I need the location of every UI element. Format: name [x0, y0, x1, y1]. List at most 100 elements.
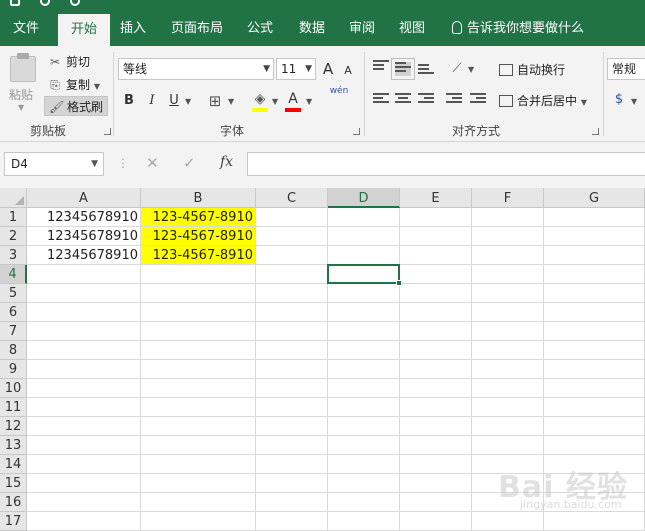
- row-header-6[interactable]: 6: [0, 303, 27, 322]
- cell-a4[interactable]: [27, 265, 141, 284]
- row-header-10[interactable]: 10: [0, 379, 27, 398]
- cell-e14[interactable]: [400, 455, 472, 474]
- cell-b4[interactable]: [141, 265, 256, 284]
- grow-font-button[interactable]: A: [321, 59, 335, 79]
- row-header-14[interactable]: 14: [0, 455, 27, 474]
- cell-a10[interactable]: [27, 379, 141, 398]
- format-painter-button[interactable]: 🖌 格式刷: [44, 96, 109, 116]
- row-header-16[interactable]: 16: [0, 493, 27, 512]
- cell-d3[interactable]: [328, 246, 400, 265]
- cell-d8[interactable]: [328, 341, 400, 360]
- cell-c12[interactable]: [256, 417, 328, 436]
- cell-a2[interactable]: 12345678910: [27, 227, 141, 246]
- cell-e9[interactable]: [400, 360, 472, 379]
- cell-c9[interactable]: [256, 360, 328, 379]
- column-header-d[interactable]: D: [328, 188, 400, 208]
- cell-c6[interactable]: [256, 303, 328, 322]
- select-all-button[interactable]: [0, 188, 27, 208]
- cell-b17[interactable]: [141, 512, 256, 531]
- cell-f17[interactable]: [472, 512, 544, 531]
- cell-b9[interactable]: [141, 360, 256, 379]
- cell-a14[interactable]: [27, 455, 141, 474]
- cell-d1[interactable]: [328, 208, 400, 227]
- cell-b8[interactable]: [141, 341, 256, 360]
- borders-icon[interactable]: ⊞: [206, 91, 224, 111]
- formula-bar-grip-icon[interactable]: ⋮: [117, 156, 129, 170]
- tell-me-search[interactable]: 告诉我你想要做什么: [452, 8, 584, 46]
- cell-f10[interactable]: [472, 379, 544, 398]
- font-launcher-icon[interactable]: [353, 128, 360, 135]
- cell-c11[interactable]: [256, 398, 328, 417]
- cell-a7[interactable]: [27, 322, 141, 341]
- cell-c2[interactable]: [256, 227, 328, 246]
- cell-d16[interactable]: [328, 493, 400, 512]
- column-header-a[interactable]: A: [27, 188, 141, 208]
- tab-formulas[interactable]: 公式: [238, 8, 282, 46]
- font-color-button[interactable]: A: [286, 89, 300, 109]
- cell-g2[interactable]: [544, 227, 645, 246]
- row-header-15[interactable]: 15: [0, 474, 27, 493]
- cell-g9[interactable]: [544, 360, 645, 379]
- clipboard-launcher-icon[interactable]: [104, 128, 111, 135]
- cell-c8[interactable]: [256, 341, 328, 360]
- cell-f2[interactable]: [472, 227, 544, 246]
- cell-e1[interactable]: [400, 208, 472, 227]
- cell-e11[interactable]: [400, 398, 472, 417]
- cell-a1[interactable]: 12345678910: [27, 208, 141, 227]
- cell-g5[interactable]: [544, 284, 645, 303]
- tab-file[interactable]: 文件: [0, 8, 52, 46]
- cell-g6[interactable]: [544, 303, 645, 322]
- cell-e17[interactable]: [400, 512, 472, 531]
- cell-b7[interactable]: [141, 322, 256, 341]
- cell-a15[interactable]: [27, 474, 141, 493]
- paste-icon[interactable]: [10, 53, 36, 82]
- cell-c15[interactable]: [256, 474, 328, 493]
- orientation-dropdown-icon[interactable]: ▼: [468, 65, 474, 74]
- cell-d5[interactable]: [328, 284, 400, 303]
- italic-button[interactable]: I: [145, 91, 159, 111]
- cell-d2[interactable]: [328, 227, 400, 246]
- cell-f1[interactable]: [472, 208, 544, 227]
- row-header-3[interactable]: 3: [0, 246, 27, 265]
- align-bottom-icon[interactable]: [418, 64, 434, 78]
- cell-d4[interactable]: [328, 265, 400, 284]
- row-header-17[interactable]: 17: [0, 512, 27, 531]
- formula-input[interactable]: [247, 152, 645, 176]
- cell-f3[interactable]: [472, 246, 544, 265]
- accounting-dropdown-icon[interactable]: ▼: [631, 97, 637, 106]
- cell-a13[interactable]: [27, 436, 141, 455]
- cell-a11[interactable]: [27, 398, 141, 417]
- align-center-icon[interactable]: [395, 93, 411, 107]
- align-left-icon[interactable]: [373, 93, 389, 107]
- cell-c17[interactable]: [256, 512, 328, 531]
- cell-b3[interactable]: 123-4567-8910: [141, 246, 256, 265]
- column-header-f[interactable]: F: [472, 188, 544, 208]
- cell-a12[interactable]: [27, 417, 141, 436]
- shrink-font-button[interactable]: A: [342, 61, 354, 81]
- cell-f13[interactable]: [472, 436, 544, 455]
- cell-a16[interactable]: [27, 493, 141, 512]
- cell-e12[interactable]: [400, 417, 472, 436]
- fill-color-icon[interactable]: ◈: [252, 89, 268, 109]
- cell-a3[interactable]: 12345678910: [27, 246, 141, 265]
- merge-center-button[interactable]: 合并后居中 ▼: [499, 91, 587, 111]
- cell-d11[interactable]: [328, 398, 400, 417]
- cut-button[interactable]: ✂ 剪切: [48, 52, 90, 72]
- cell-d15[interactable]: [328, 474, 400, 493]
- column-header-e[interactable]: E: [400, 188, 472, 208]
- cell-c10[interactable]: [256, 379, 328, 398]
- cell-f4[interactable]: [472, 265, 544, 284]
- orientation-icon[interactable]: ⟋: [448, 59, 466, 79]
- cell-d10[interactable]: [328, 379, 400, 398]
- cell-d12[interactable]: [328, 417, 400, 436]
- number-format-select[interactable]: 常规: [607, 58, 645, 80]
- row-header-13[interactable]: 13: [0, 436, 27, 455]
- cell-e2[interactable]: [400, 227, 472, 246]
- name-box[interactable]: D4 ▼: [4, 152, 104, 176]
- cell-b5[interactable]: [141, 284, 256, 303]
- cell-b13[interactable]: [141, 436, 256, 455]
- cell-f5[interactable]: [472, 284, 544, 303]
- cell-f8[interactable]: [472, 341, 544, 360]
- paste-label[interactable]: 粘贴: [9, 86, 33, 103]
- cell-g17[interactable]: [544, 512, 645, 531]
